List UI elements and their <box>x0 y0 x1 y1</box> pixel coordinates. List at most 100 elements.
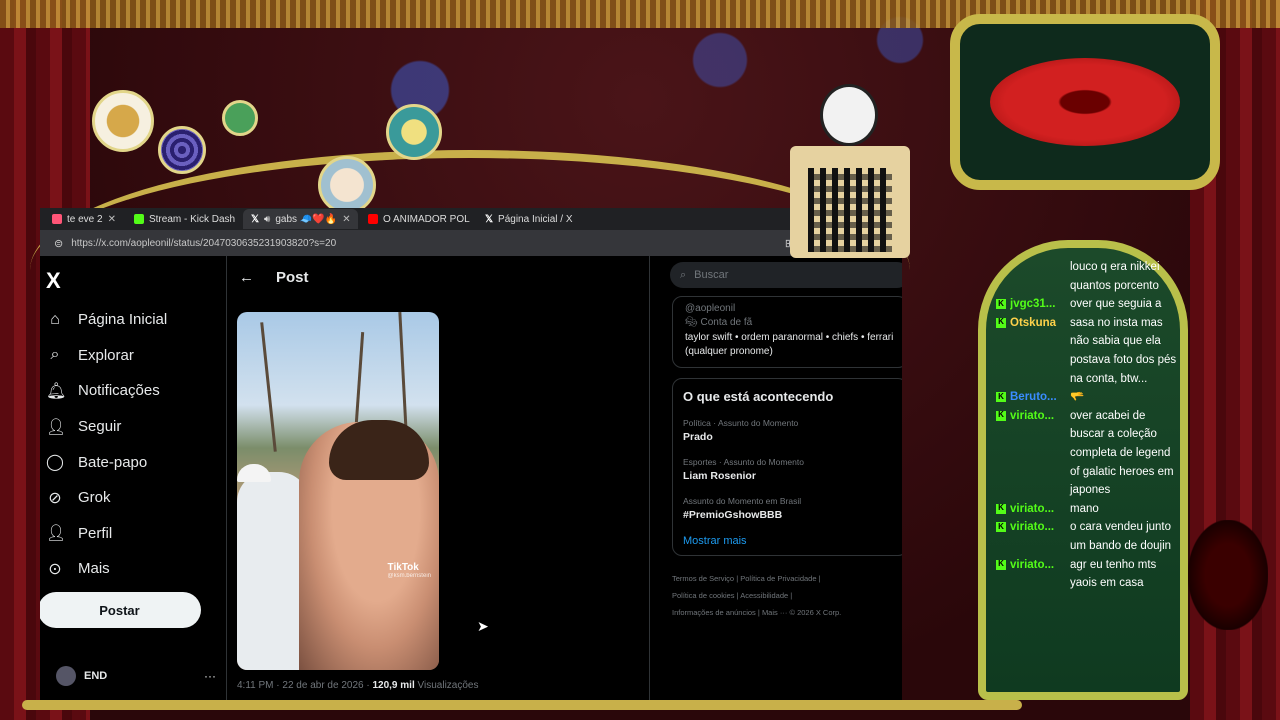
chat-username: jvgc31... <box>1010 298 1056 311</box>
portrait-avatar <box>318 156 376 214</box>
back-arrow-icon[interactable]: ← <box>239 269 254 286</box>
chat-text: over acabei de buscar a coleção completa… <box>1070 409 1174 497</box>
address-bar: ⊜ https://x.com/aopleonil/status/2047030… <box>40 230 902 256</box>
search-input[interactable]: ⌕ Buscar <box>670 262 902 288</box>
mask-icon: 🎭︎ <box>685 317 698 328</box>
chat-text: agr eu tenho mts yaois em casa <box>1070 558 1157 590</box>
footer-links: Termos de Serviço | Política de Privacid… <box>672 574 842 617</box>
chat-bubble-icon: ◯ <box>46 454 64 472</box>
terms-link[interactable]: Termos de Serviço <box>672 574 734 583</box>
fan-account-label: 🎭︎ Conta de fã <box>685 317 897 328</box>
kick-badge-icon: K <box>996 559 1006 570</box>
nav-label: Página Inicial <box>78 311 168 329</box>
trends-title: O que está acontecendo <box>683 389 834 404</box>
tab-label: O ANIMADOR POL <box>382 213 470 225</box>
trend-item[interactable]: Assunto do Momento em Brasil #PremioGshow… <box>683 496 897 521</box>
chat-message: K Beruto... 🫳 <box>996 388 1186 407</box>
chat-username: viriato... <box>1010 409 1055 422</box>
profile-handle: @aopleonil <box>685 303 736 314</box>
tiktok-watermark: TikTok @ksm.bernstein <box>388 562 431 579</box>
chat-text: 🫳 <box>1070 391 1085 404</box>
nav-label: Seguir <box>78 418 122 436</box>
trend-item[interactable]: Política · Assunto do Momento Prado <box>683 418 897 443</box>
tab-4[interactable]: O ANIMADOR POL✕ <box>360 209 475 229</box>
kick-badge-icon: K <box>996 410 1006 421</box>
trend-category: Assunto do Momento em Brasil <box>683 496 802 506</box>
account-name: END <box>84 670 108 682</box>
chat-spacer <box>996 258 1066 295</box>
nav-explore[interactable]: ⌕ Explorar <box>40 338 226 374</box>
nav-grok[interactable]: ⊘ Grok <box>40 480 226 516</box>
more-link[interactable]: Mais ··· <box>762 608 787 617</box>
chat-username: Otskuna <box>1010 316 1057 329</box>
chat-message: Kviriato... over acabei de buscar a coleç… <box>996 407 1186 500</box>
views-label: Visualizações <box>417 680 479 691</box>
x-app: X ⌂ Página Inicial ⌕ Explorar 🔔︎ Notificaçõ… <box>40 256 902 708</box>
x-favicon-icon: 𝕏 <box>484 213 494 225</box>
trends-panel: O que está acontecendo Política · Assunt… <box>672 378 902 556</box>
red-eye-art <box>990 58 1180 146</box>
chat-message: K Otskuna sasa no insta mas não sabia que … <box>996 314 1186 388</box>
profile-card[interactable]: @aopleonil 🎭︎ Conta de fã taylor swift •… <box>672 296 902 368</box>
post-date: 22 de abr de 2026 <box>282 680 364 691</box>
speaker-icon[interactable]: 🔊︎ <box>264 214 270 225</box>
tab-favicon-icon <box>52 214 62 224</box>
tiktok-logo-text: TikTok <box>387 562 419 573</box>
post-button[interactable]: Postar <box>40 592 201 628</box>
nav-notifications[interactable]: 🔔︎ Notificações <box>40 373 226 409</box>
show-more-link[interactable]: Mostrar mais <box>683 535 897 547</box>
home-icon: ⌂ <box>50 310 60 328</box>
nav-more[interactable]: ⊙ Mais <box>40 551 226 587</box>
x-sidebar: X ⌂ Página Inicial ⌕ Explorar 🔔︎ Notificaçõ… <box>40 256 227 708</box>
nav-label: Perfil <box>78 524 113 542</box>
jester-mascot <box>820 84 878 146</box>
post-header: ← Post <box>227 256 649 298</box>
nav-chat[interactable]: ◯ Bate-papo <box>40 444 226 480</box>
tab-3-active[interactable]: 𝕏 🔊︎ gabs 🧢❤️🔥 ✕ <box>242 209 358 229</box>
search-icon: ⌕ <box>50 346 60 364</box>
anime-avatar <box>386 104 442 160</box>
close-icon[interactable]: ✕ <box>342 214 350 225</box>
post-time: 4:11 PM <box>237 680 274 691</box>
nav-profile[interactable]: 👤︎ Perfil <box>40 516 226 552</box>
stream-overlay: te eve 2 ✕ Stream - Kick Dash ✕ 𝕏 🔊︎ gabs 🧢❤… <box>0 0 1280 720</box>
tab-label: Página Inicial / X <box>498 213 573 225</box>
chat-messages: louco q era nikkei quantos porcento Kjvg… <box>996 258 1186 593</box>
accessibility-link[interactable]: Acessibilidade <box>740 591 788 600</box>
trend-item[interactable]: Esportes · Assunto do Momento Liam Roseni… <box>683 457 897 482</box>
tab-label: te eve 2 <box>67 213 103 225</box>
privacy-link[interactable]: Política de Privacidade <box>740 574 816 583</box>
chat-username: viriato... <box>1010 521 1055 534</box>
add-person-icon: 👤︎ <box>46 418 67 436</box>
account-switcher[interactable]: END ··· <box>56 666 216 686</box>
profile-icon: 👤︎ <box>46 525 67 543</box>
more-dots-icon[interactable]: ··· <box>204 669 216 683</box>
kick-badge-icon: K <box>996 317 1006 328</box>
tab-label: Stream - Kick Dash <box>148 213 236 225</box>
kick-badge-icon: K <box>996 299 1006 310</box>
site-info-icon[interactable]: ⊜ <box>54 237 63 250</box>
tab-5[interactable]: 𝕏 Página Inicial / X <box>477 209 581 229</box>
close-icon[interactable]: ✕ <box>108 214 116 225</box>
x-logo-icon[interactable]: X <box>40 256 226 302</box>
chat-text: sasa no insta mas não sabia que ela post… <box>1070 316 1177 385</box>
chat-message: louco q era nikkei quantos porcento <box>996 258 1186 295</box>
kick-favicon-icon <box>133 214 144 224</box>
cookies-link[interactable]: Política de cookies <box>672 591 735 600</box>
white-cap <box>237 464 271 482</box>
post-video[interactable]: TikTok @ksm.bernstein <box>237 312 439 670</box>
chat-username: viriato... <box>1010 502 1055 515</box>
close-icon[interactable]: ✕ <box>240 214 241 225</box>
x-favicon-icon: 𝕏 <box>250 213 260 225</box>
nav-home[interactable]: ⌂ Página Inicial <box>40 302 226 338</box>
tab-1[interactable]: te eve 2 ✕ <box>44 209 124 229</box>
ads-info-link[interactable]: Informações de anúncios <box>672 608 756 617</box>
kick-badge-icon: K <box>996 503 1006 514</box>
tab-2[interactable]: Stream - Kick Dash ✕ <box>126 209 241 229</box>
spiral-avatar <box>158 126 206 174</box>
grok-icon: ⊘ <box>48 489 62 507</box>
url-field[interactable]: https://x.com/aopleonil/status/204703063… <box>71 238 777 249</box>
tab-label: gabs 🧢❤️🔥 <box>275 213 338 225</box>
bell-icon: 🔔︎ <box>46 382 67 400</box>
nav-follow[interactable]: 👤︎ Seguir <box>40 409 226 445</box>
